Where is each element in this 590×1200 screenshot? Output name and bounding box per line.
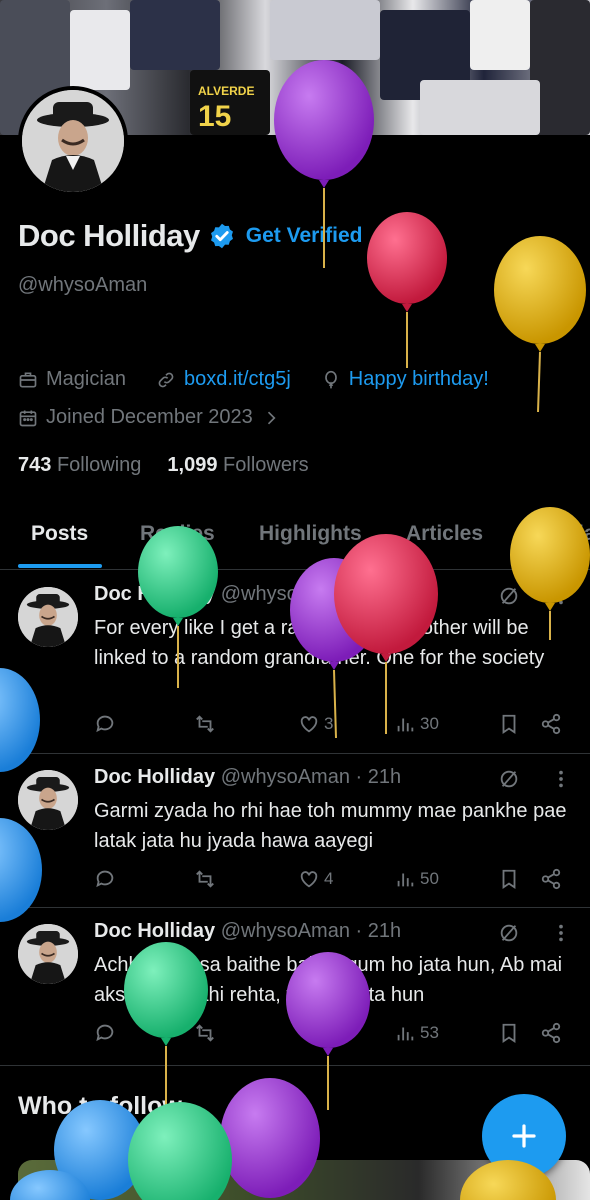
more-icon[interactable] [554,768,568,790]
chevron-right-icon[interactable] [261,408,281,428]
birthday-link[interactable]: Happy birthday! [349,368,489,391]
retweet-icon [196,715,214,733]
tab-articles[interactable]: Articles [406,522,483,546]
views-count: 30 [420,714,439,733]
post-3[interactable]: Doc Holliday @whysoAman · 21h Achha khaa… [0,908,590,1066]
like-count: 3 [324,714,334,733]
post-author[interactable]: Doc Holliday [94,583,215,605]
joined-date: Joined December 2023 [46,406,253,428]
post-avatar[interactable] [18,924,78,984]
reply-button[interactable] [94,868,116,890]
link-icon [158,372,174,387]
like-icon [300,871,318,888]
balloon-icon [324,370,337,388]
post-author[interactable]: Doc Holliday [94,766,215,788]
bookmark-icon [502,1023,516,1043]
more-icon[interactable] [554,922,568,944]
post-avatar[interactable] [18,770,78,830]
retweet-icon [196,870,214,888]
grok-icon[interactable] [498,768,520,790]
post-meta: @whysoAman · 21h [220,920,402,942]
like-button[interactable] [298,1022,324,1044]
like-count: 4 [324,869,334,888]
bookmark-button[interactable] [498,868,520,890]
post-2[interactable]: Doc Holliday @whysoAman · 21h Garmi zyad… [0,754,590,908]
views-button[interactable]: 30 [394,713,439,735]
post-meta: @whysoAman · 16h [220,583,402,605]
share-icon [541,713,561,735]
views-icon [397,873,414,887]
like-button[interactable]: 4 [298,868,333,890]
bookmark-button[interactable] [498,713,520,735]
share-icon [541,1022,561,1044]
reply-button[interactable] [94,713,116,735]
post-text: For every like I get a random grandmothe… [94,617,545,669]
compose-button[interactable] [482,1094,566,1178]
more-icon[interactable] [554,585,568,607]
get-verified-link[interactable]: Get Verified [246,224,363,248]
share-button[interactable] [540,868,562,890]
share-button[interactable] [540,1022,562,1044]
reply-icon [96,1024,114,1042]
retweet-button[interactable] [194,868,216,890]
tab-posts[interactable]: Posts [31,522,88,546]
reply-icon [96,715,114,733]
reply-icon [96,870,114,888]
views-icon [397,718,414,732]
share-button[interactable] [540,713,562,735]
like-icon [300,716,318,733]
following-label: Following [56,454,142,476]
views-icon [397,1027,414,1041]
banner-jersey-number: 15 [198,100,232,133]
active-tab-indicator [18,564,102,568]
following-count: 743 [18,454,52,476]
balloon-gold-right [494,236,586,413]
balloon-red-top [367,212,447,368]
profile-avatar[interactable] [18,86,128,196]
retweet-button[interactable] [194,713,216,735]
reply-button[interactable] [94,1022,116,1044]
calendar-icon [19,410,37,426]
post-avatar[interactable] [18,587,78,647]
retweet-button[interactable] [194,1022,216,1044]
bookmark-icon [502,714,516,734]
profession: Magician [46,368,127,390]
who-to-follow-heading: Who to follow [18,1092,182,1120]
grok-icon[interactable] [498,922,520,944]
grok-icon[interactable] [498,585,520,607]
tab-replies[interactable]: Replies [140,522,215,546]
compose-icon [512,1124,536,1148]
post-1[interactable]: Doc Holliday @whysoAman · 16h For every … [0,571,590,754]
followers-label: Followers [223,454,309,476]
display-name: Doc Holliday [18,218,200,253]
retweet-icon [196,1024,214,1042]
post-author[interactable]: Doc Holliday [94,920,215,942]
post-text: Garmi zyada ho rhi hae toh mummy mae pan… [94,800,567,852]
following-stat[interactable]: 743 Following [18,454,141,477]
verified-badge-icon[interactable] [208,222,236,250]
views-button[interactable]: 50 [394,868,439,890]
post-text: Achha khaasa baithe baithe gum ho jata h… [94,954,563,1006]
like-icon [300,1025,318,1042]
share-icon [541,868,561,890]
followers-count: 1,099 [167,454,218,476]
profile-tabs: Posts Replies Highlights Articles Media [0,510,590,570]
views-button[interactable]: 53 [394,1022,439,1044]
tab-highlights[interactable]: Highlights [259,522,362,546]
views-count: 53 [420,1023,439,1042]
views-count: 50 [420,869,439,888]
followers-stat[interactable]: 1,099 Followers [167,454,308,477]
post-meta: @whysoAman · 21h [220,766,402,788]
like-button[interactable]: 3 [298,713,333,735]
profile-handle: @whysoAman [18,274,148,296]
bookmark-button[interactable] [498,1022,520,1044]
briefcase-icon [19,372,37,387]
profile-link[interactable]: boxd.it/ctg5j [184,368,291,391]
banner-jersey-text: ALVERDE [198,84,255,98]
bookmark-icon [502,869,516,889]
tab-media[interactable]: Media [536,522,590,546]
